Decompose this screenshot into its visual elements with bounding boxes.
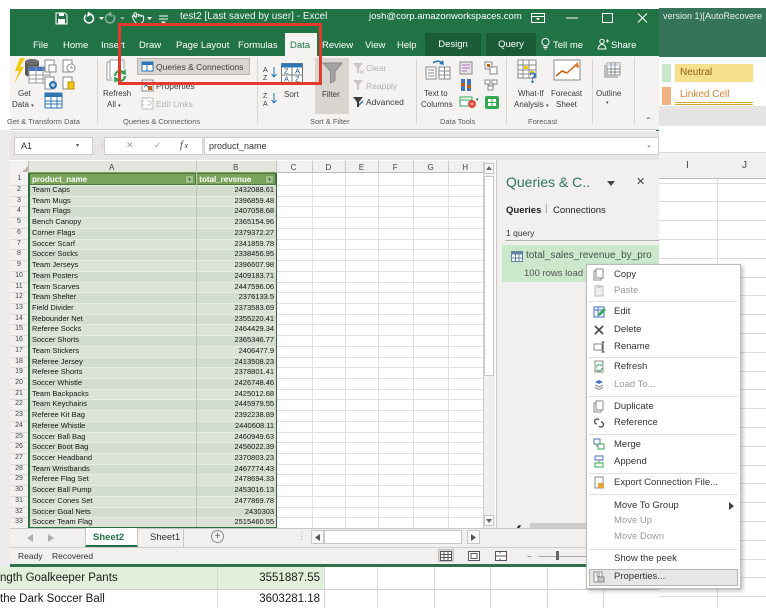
svg-text:A: A	[263, 101, 268, 107]
svg-text:?: ?	[529, 70, 537, 85]
svg-text:Z: Z	[263, 93, 268, 100]
